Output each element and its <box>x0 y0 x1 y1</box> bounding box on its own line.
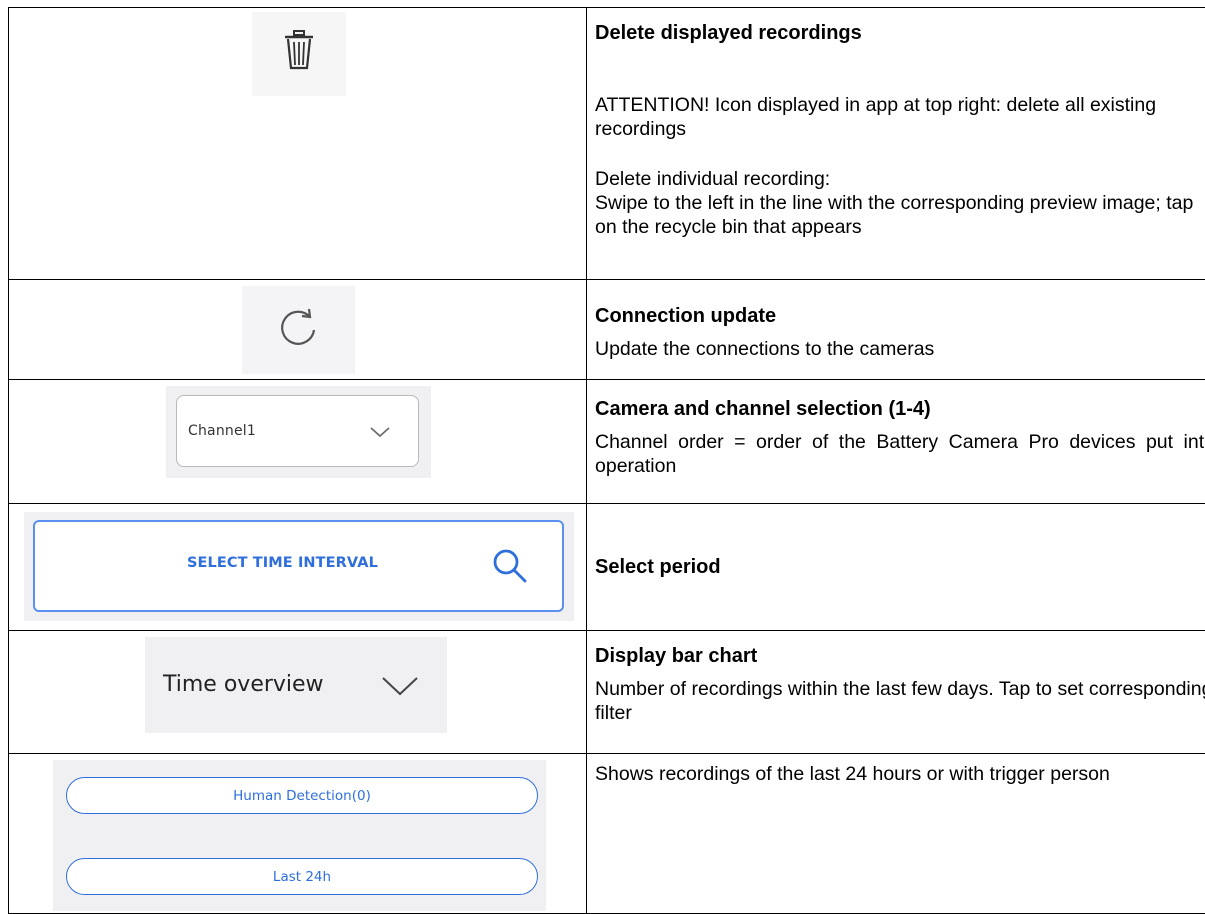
paragraph: ATTENTION! Icon displayed in app at top … <box>595 93 1205 141</box>
description-cell: Connection update Update the connections… <box>587 280 1205 380</box>
paragraph: Swipe to the left in the line with the c… <box>595 191 1205 239</box>
description-cell: Select period <box>587 504 1205 631</box>
last-24h-chip[interactable]: Last 24h <box>66 858 538 895</box>
time-interval-screenshot: SELECT TIME INTERVAL <box>24 512 574 621</box>
channel-select-value: Channel1 <box>188 423 256 439</box>
filter-chips-screenshot: Human Detection(0) Last 24h <box>53 760 546 911</box>
table-row: Human Detection(0) Last 24h Shows record… <box>9 754 1205 914</box>
table-row: SELECT TIME INTERVAL Select period <box>9 504 1205 631</box>
icon-cell: SELECT TIME INTERVAL <box>9 504 587 631</box>
description-cell: Shows recordings of the last 24 hours or… <box>587 754 1205 914</box>
section-title: Delete displayed recordings <box>595 21 1205 45</box>
table-row: Connection update Update the connections… <box>9 280 1205 380</box>
section-title: Display bar chart <box>595 644 1205 668</box>
icon-cell: Human Detection(0) Last 24h <box>9 754 587 914</box>
channel-select[interactable]: Channel1 <box>176 395 419 467</box>
section-title: Select period <box>595 555 1205 579</box>
human-detection-chip[interactable]: Human Detection(0) <box>66 777 538 814</box>
paragraph: Number of recordings within the last few… <box>595 677 1205 725</box>
select-time-interval-button[interactable]: SELECT TIME INTERVAL <box>33 520 564 612</box>
icon-cell <box>9 280 587 380</box>
icon-cell: Time overview <box>9 631 587 754</box>
paragraph: Shows recordings of the last 24 hours or… <box>595 762 1205 786</box>
refresh-screenshot <box>242 286 355 374</box>
paragraph: Update the connections to the cameras <box>595 337 1205 361</box>
trash-screenshot <box>252 12 346 96</box>
section-title: Camera and channel selection (1-4) <box>595 397 1205 421</box>
paragraph: Delete individual recording: <box>595 167 1205 191</box>
chevron-down-icon[interactable] <box>381 675 419 697</box>
channel-screenshot: Channel1 <box>166 386 431 478</box>
time-overview-label[interactable]: Time overview <box>163 672 324 697</box>
search-icon <box>490 546 530 586</box>
chevron-down-icon <box>370 426 390 438</box>
description-cell: Camera and channel selection (1-4) Chann… <box>587 380 1205 504</box>
paragraph: Channel order = order of the Battery Cam… <box>595 430 1205 478</box>
description-cell: Delete displayed recordings ATTENTION! I… <box>587 8 1205 280</box>
icon-cell <box>9 8 587 280</box>
trash-icon <box>284 30 314 70</box>
manual-table: Delete displayed recordings ATTENTION! I… <box>8 7 1205 914</box>
refresh-icon <box>276 308 320 352</box>
select-time-interval-label: SELECT TIME INTERVAL <box>187 555 378 571</box>
description-cell: Display bar chart Number of recordings w… <box>587 631 1205 754</box>
section-title: Connection update <box>595 304 1205 328</box>
table-row: Time overview Display bar chart Number o… <box>9 631 1205 754</box>
icon-cell: Channel1 <box>9 380 587 504</box>
time-overview-screenshot: Time overview <box>145 637 447 733</box>
table-row: Delete displayed recordings ATTENTION! I… <box>9 8 1205 280</box>
table-row: Channel1 Camera and channel selection (1… <box>9 380 1205 504</box>
